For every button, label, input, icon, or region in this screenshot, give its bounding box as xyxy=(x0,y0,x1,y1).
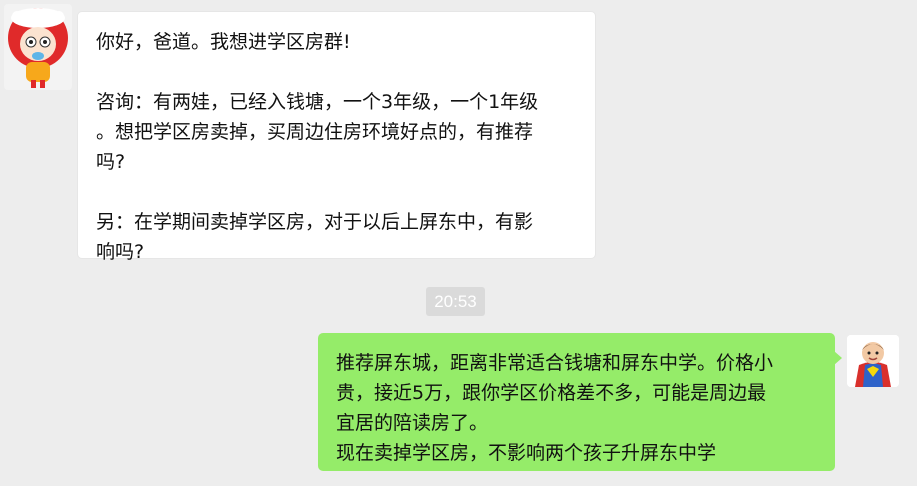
contact-avatar[interactable] xyxy=(4,4,72,90)
cartoon-girl-icon xyxy=(4,4,72,90)
user-avatar[interactable] xyxy=(847,335,899,387)
outgoing-message-text: 推荐屏东城，距离非常适合钱塘和屏东中学。价格小 贵，接近5万，跟你学区价格差不多… xyxy=(336,352,774,464)
outgoing-message-bubble[interactable]: 推荐屏东城，距离非常适合钱塘和屏东中学。价格小 贵，接近5万，跟你学区价格差不多… xyxy=(318,333,842,471)
incoming-message-bubble[interactable]: 你好，爸道。我想进学区房群! 咨询：有两娃，已经入钱塘，一个3年级，一个1年级 … xyxy=(77,11,596,263)
chat-timestamp: 20:53 xyxy=(426,287,485,316)
superman-icon xyxy=(847,335,899,387)
incoming-message-text: 你好，爸道。我想进学区房群! 咨询：有两娃，已经入钱塘，一个3年级，一个1年级 … xyxy=(96,31,539,263)
